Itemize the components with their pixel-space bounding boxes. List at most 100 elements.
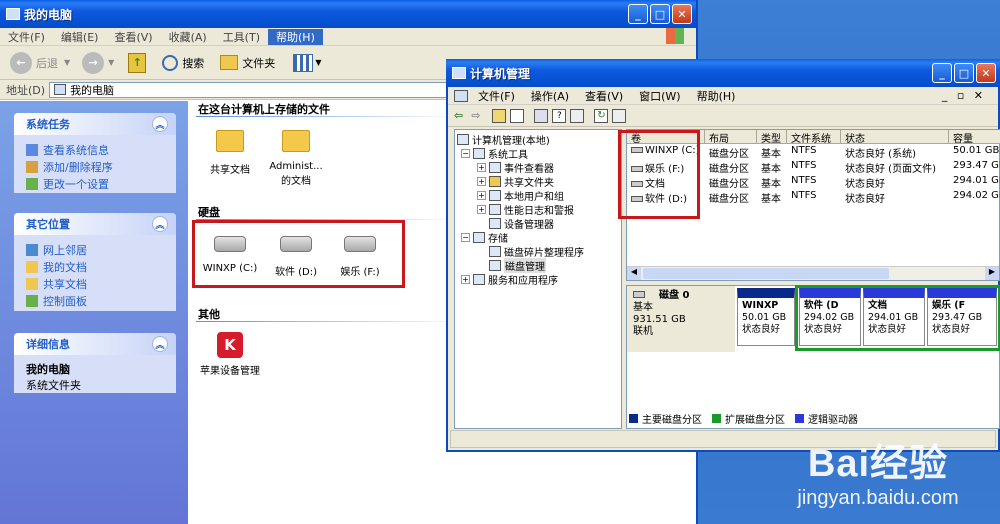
volume-cell[interactable]: 293.47 GB <box>953 160 1000 174</box>
collapse-chevron-icon[interactable]: ︽ <box>152 336 168 352</box>
tree-node-event-viewer[interactable]: + 事件查看器 <box>477 160 554 175</box>
minimize-button[interactable]: _ <box>932 63 952 83</box>
volume-cell[interactable]: 状态良好 (系统) <box>845 145 949 159</box>
volume-cell[interactable]: 基本 <box>761 145 787 159</box>
folders-icon[interactable] <box>220 55 239 70</box>
mgmt-menu-file[interactable]: 文件(F) <box>470 88 523 104</box>
task-change-setting[interactable]: 更改一个设置 <box>26 175 166 192</box>
back-arrow-icon[interactable]: ⇦ <box>454 109 463 122</box>
help-icon[interactable]: ? <box>552 108 567 123</box>
up-folder-icon[interactable]: ↑ <box>128 52 147 73</box>
tree-node-perf-logs[interactable]: + 性能日志和警报 <box>477 202 574 217</box>
collapse-chevron-icon[interactable]: ︽ <box>152 116 168 132</box>
tree-node-services[interactable]: + 服务和应用程序 <box>461 272 558 287</box>
volume-cell[interactable]: 状态良好 (页面文件) <box>845 160 949 174</box>
close-button[interactable]: ✕ <box>976 63 996 83</box>
forward-arrow-icon[interactable]: ⇨ <box>471 109 480 122</box>
volume-cell[interactable]: 基本 <box>761 160 787 174</box>
menu-edit[interactable]: 编辑(E) <box>53 29 107 45</box>
details-header[interactable]: 详细信息 ︽ <box>14 333 176 355</box>
volume-cell[interactable]: NTFS <box>791 160 841 174</box>
tree-node-shared-folders[interactable]: + 共享文件夹 <box>477 174 554 189</box>
collapse-icon[interactable]: − <box>461 233 470 242</box>
expand-icon[interactable]: + <box>461 275 470 284</box>
other-places-header[interactable]: 其它位置 ︽ <box>14 213 176 235</box>
menu-tools[interactable]: 工具(T) <box>215 29 268 45</box>
menu-file[interactable]: 文件(F) <box>0 29 53 45</box>
mgmt-menu-action[interactable]: 操作(A) <box>523 88 577 104</box>
volume-cell[interactable]: 294.02 GB <box>953 190 1000 204</box>
tree-node-defrag[interactable]: 磁盘碎片整理程序 <box>489 244 584 259</box>
task-view-system-info[interactable]: 查看系统信息 <box>26 141 166 158</box>
scroll-thumb[interactable] <box>643 268 889 279</box>
folders-button[interactable]: 文件夹 <box>242 55 275 71</box>
search-button[interactable]: 搜索 <box>182 55 204 71</box>
expand-icon[interactable]: + <box>477 191 486 200</box>
volume-cell[interactable]: 基本 <box>761 190 787 204</box>
volume-cell[interactable]: 50.01 GB <box>953 145 1000 159</box>
menu-help[interactable]: 帮助(H) <box>268 28 323 45</box>
admin-documents-folder[interactable]: Administ... 的文档 <box>256 130 336 187</box>
column-header-status[interactable]: 状态 <box>841 130 949 145</box>
volume-cell[interactable]: NTFS <box>791 190 841 204</box>
maximize-button[interactable]: □ <box>650 4 670 24</box>
column-header-layout[interactable]: 布局 <box>705 130 757 145</box>
back-dropdown-icon[interactable]: ▼ <box>64 58 70 67</box>
tree-node-local-users[interactable]: + 本地用户和组 <box>477 188 564 203</box>
tree-node-system-tools[interactable]: − 系统工具 <box>461 146 528 161</box>
back-label[interactable]: 后退 <box>36 55 58 71</box>
volume-cell[interactable]: 磁盘分区 <box>709 160 757 174</box>
volume-cell[interactable]: 磁盘分区 <box>709 145 757 159</box>
volume-cell[interactable]: 状态良好 <box>845 175 949 189</box>
properties-icon[interactable] <box>534 108 549 123</box>
view-list-icon[interactable] <box>570 108 585 123</box>
views-icon[interactable] <box>293 53 314 72</box>
expand-icon[interactable]: + <box>477 205 486 214</box>
close-button[interactable]: ✕ <box>672 4 692 24</box>
maximize-button[interactable]: □ <box>954 63 974 83</box>
expand-icon[interactable]: + <box>477 163 486 172</box>
minimize-button[interactable]: _ <box>628 4 648 24</box>
place-my-documents[interactable]: 我的文档 <box>26 258 166 275</box>
apple-device-manager[interactable]: K 苹果设备管理 <box>190 332 270 377</box>
collapse-icon[interactable]: − <box>461 149 470 158</box>
search-icon[interactable] <box>162 54 179 71</box>
column-header-type[interactable]: 类型 <box>757 130 787 145</box>
volume-cell[interactable]: 磁盘分区 <box>709 175 757 189</box>
tree-node-device-manager[interactable]: 设备管理器 <box>489 216 554 231</box>
horizontal-scrollbar[interactable]: ◀ ▶ <box>627 266 999 280</box>
forward-arrow-icon[interactable]: → <box>82 51 105 74</box>
up-level-icon[interactable] <box>492 108 507 123</box>
menu-view[interactable]: 查看(V) <box>106 29 160 45</box>
mgmt-titlebar[interactable]: 计算机管理 _ □ ✕ <box>446 59 1000 87</box>
refresh-icon[interactable]: ↻ <box>594 108 609 123</box>
column-header-fs[interactable]: 文件系统 <box>787 130 841 145</box>
tree-node-storage[interactable]: − 存储 <box>461 230 508 245</box>
volume-cell[interactable]: NTFS <box>791 145 841 159</box>
show-tree-icon[interactable] <box>510 108 525 123</box>
back-arrow-icon[interactable]: ← <box>10 51 32 74</box>
export-list-icon[interactable] <box>612 108 627 123</box>
task-add-remove-programs[interactable]: 添加/删除程序 <box>26 158 166 175</box>
scroll-right-arrow-icon[interactable]: ▶ <box>985 267 999 280</box>
column-header-capacity[interactable]: 容量 <box>949 130 1000 145</box>
views-dropdown-icon[interactable]: ▼ <box>315 58 321 67</box>
partition-block[interactable]: WINXP 50.01 GB 状态良好 <box>737 288 795 346</box>
expand-icon[interactable]: + <box>477 177 486 186</box>
volume-cell[interactable]: NTFS <box>791 175 841 189</box>
mgmt-menu-view[interactable]: 查看(V) <box>577 88 631 104</box>
place-shared-documents[interactable]: 共享文档 <box>26 275 166 292</box>
system-tasks-header[interactable]: 系统任务 ︽ <box>14 113 176 135</box>
place-control-panel[interactable]: 控制面板 <box>26 292 166 309</box>
volume-cell[interactable]: 状态良好 <box>845 190 949 204</box>
collapse-chevron-icon[interactable]: ︽ <box>152 216 168 232</box>
mgmt-menu-help[interactable]: 帮助(H) <box>689 88 744 104</box>
volume-cell[interactable]: 294.01 GB <box>953 175 1000 189</box>
menu-favorites[interactable]: 收藏(A) <box>161 29 215 45</box>
tree-node-root[interactable]: 计算机管理(本地) <box>457 132 550 147</box>
volume-cell[interactable]: 基本 <box>761 175 787 189</box>
mgmt-menu-window[interactable]: 窗口(W) <box>631 88 688 104</box>
mdi-controls[interactable]: _ ▫ ✕ <box>934 89 994 102</box>
scroll-left-arrow-icon[interactable]: ◀ <box>627 267 641 280</box>
my-computer-titlebar[interactable]: 我的电脑 _ □ ✕ <box>0 0 696 28</box>
